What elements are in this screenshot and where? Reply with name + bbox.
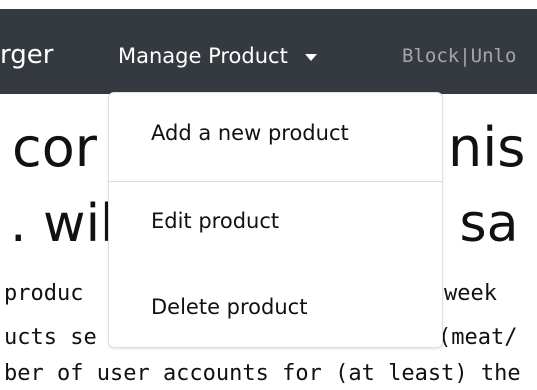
manage-product-dropdown-toggle[interactable]: Manage Product bbox=[118, 43, 317, 69]
caret-down-icon bbox=[304, 53, 317, 61]
menu-item-add-new-product[interactable]: Add a new product bbox=[151, 118, 349, 148]
manage-product-menu: Add a new product Edit product Delete pr… bbox=[108, 92, 443, 348]
paragraph-line-1: produc week bbox=[4, 280, 497, 308]
paragraph-line-1-left: produc bbox=[4, 281, 84, 306]
paragraph-line-2-right: (meat/ bbox=[438, 325, 518, 350]
block-unblock-link[interactable]: Block|Unlo bbox=[402, 44, 516, 68]
menu-divider bbox=[109, 181, 442, 182]
headline-line-2-left: . wil bbox=[10, 194, 115, 254]
navbar-brand[interactable]: rger bbox=[0, 39, 53, 71]
menu-item-delete-product[interactable]: Delete product bbox=[151, 292, 307, 322]
paragraph-line-1-right: week bbox=[444, 281, 497, 306]
paragraph-line-2: ucts se (meat/ bbox=[4, 324, 517, 352]
menu-item-edit-product[interactable]: Edit product bbox=[151, 206, 279, 236]
paragraph-line-3: ber of user accounts for (at least) the bbox=[4, 361, 521, 386]
headline-line-1: cor inis bbox=[12, 116, 525, 179]
headline-line-1-right: inis bbox=[433, 116, 526, 179]
top-navbar: rger Manage Product Block|Unlo bbox=[0, 9, 537, 94]
headline-line-1-left: cor bbox=[12, 116, 97, 179]
manage-product-label: Manage Product bbox=[118, 44, 288, 68]
headline-line-2: . wil d sa bbox=[10, 194, 519, 254]
paragraph-line-2-left: ucts se bbox=[4, 325, 97, 350]
